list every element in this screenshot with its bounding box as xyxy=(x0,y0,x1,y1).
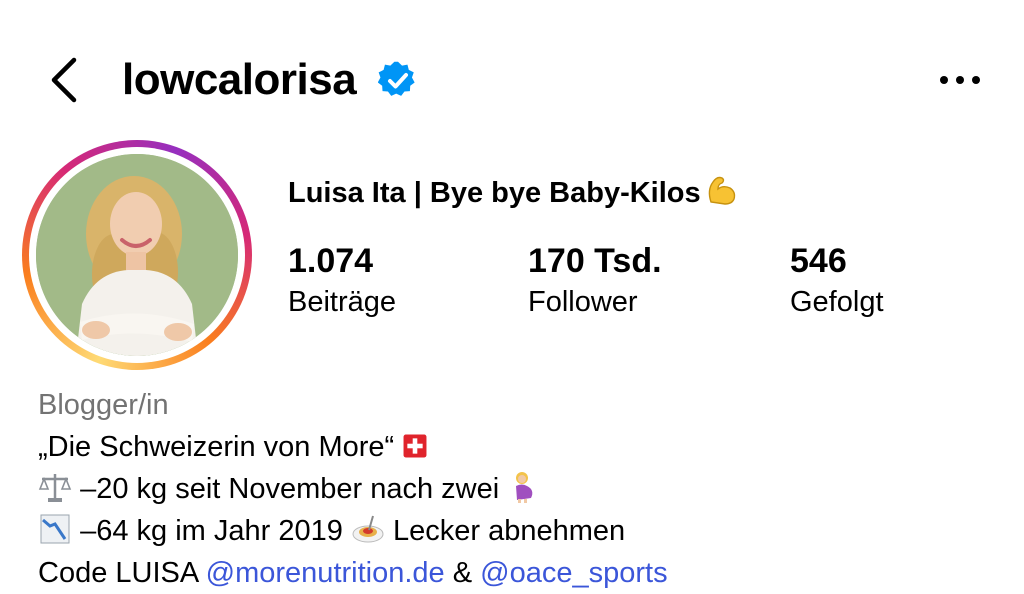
bio-line-3-text-b: Lecker abnehmen xyxy=(392,515,626,547)
chevron-left-icon xyxy=(51,57,77,103)
stat-followers-label: Follower xyxy=(528,286,638,318)
profile-bio: Blogger/in „Die Schweizerin von More“ –2… xyxy=(38,384,998,594)
profile-avatar[interactable] xyxy=(22,140,252,370)
profile-full-name: Luisa Ita | Bye bye Baby-Kilos xyxy=(288,172,739,213)
bio-line-1: „Die Schweizerin von More“ xyxy=(38,426,998,468)
mention-link-oace-sports[interactable]: @oace_sports xyxy=(480,557,667,589)
stat-following[interactable]: 546 Gefolgt xyxy=(790,240,884,322)
swiss-flag-emoji-icon xyxy=(403,434,427,458)
bio-line-3-text-a: –64 kg im Jahr 2019 xyxy=(80,515,343,547)
more-options-button[interactable] xyxy=(930,60,990,100)
bio-line-2-text: –20 kg seit November nach zwei xyxy=(80,473,500,505)
bio-line-3: –64 kg im Jahr 2019 Lecker abnehmen xyxy=(38,510,998,552)
back-button[interactable] xyxy=(44,52,84,108)
bio-code-text: Code LUISA xyxy=(38,557,198,589)
pregnant-woman-emoji-icon xyxy=(516,472,533,503)
full-name-text: Luisa Ita | Bye bye Baby-Kilos xyxy=(288,177,701,209)
stat-posts[interactable]: 1.074 Beiträge xyxy=(288,240,396,322)
stat-posts-label: Beiträge xyxy=(288,286,397,318)
mention-link-morenutrition[interactable]: @morenutrition.de xyxy=(206,557,445,589)
chart-decreasing-emoji-icon xyxy=(40,514,70,544)
top-bar: lowcalorisa xyxy=(0,40,1024,120)
verified-badge-icon xyxy=(378,61,415,96)
spaghetti-emoji-icon xyxy=(352,515,384,543)
bio-line-1-text: „Die Schweizerin von More“ xyxy=(38,431,395,463)
bio-ampersand: & xyxy=(452,557,473,589)
stat-followers-value: 170 Tsd. xyxy=(528,242,662,280)
stat-following-label: Gefolgt xyxy=(790,286,884,318)
stat-followers[interactable]: 170 Tsd. Follower xyxy=(528,240,662,322)
balance-scale-emoji-icon xyxy=(38,474,72,502)
stat-posts-value: 1.074 xyxy=(288,242,374,280)
flexed-biceps-emoji-icon xyxy=(708,176,735,205)
bio-line-2: –20 kg seit November nach zwei xyxy=(38,468,998,510)
bio-line-4: Code LUISA @morenutrition.de & @oace_spo… xyxy=(38,552,998,594)
more-horizontal-icon xyxy=(940,76,980,84)
stat-following-value: 546 xyxy=(790,242,847,280)
profile-category: Blogger/in xyxy=(38,389,169,421)
profile-username: lowcalorisa xyxy=(122,55,357,104)
avatar-photo xyxy=(36,154,238,356)
